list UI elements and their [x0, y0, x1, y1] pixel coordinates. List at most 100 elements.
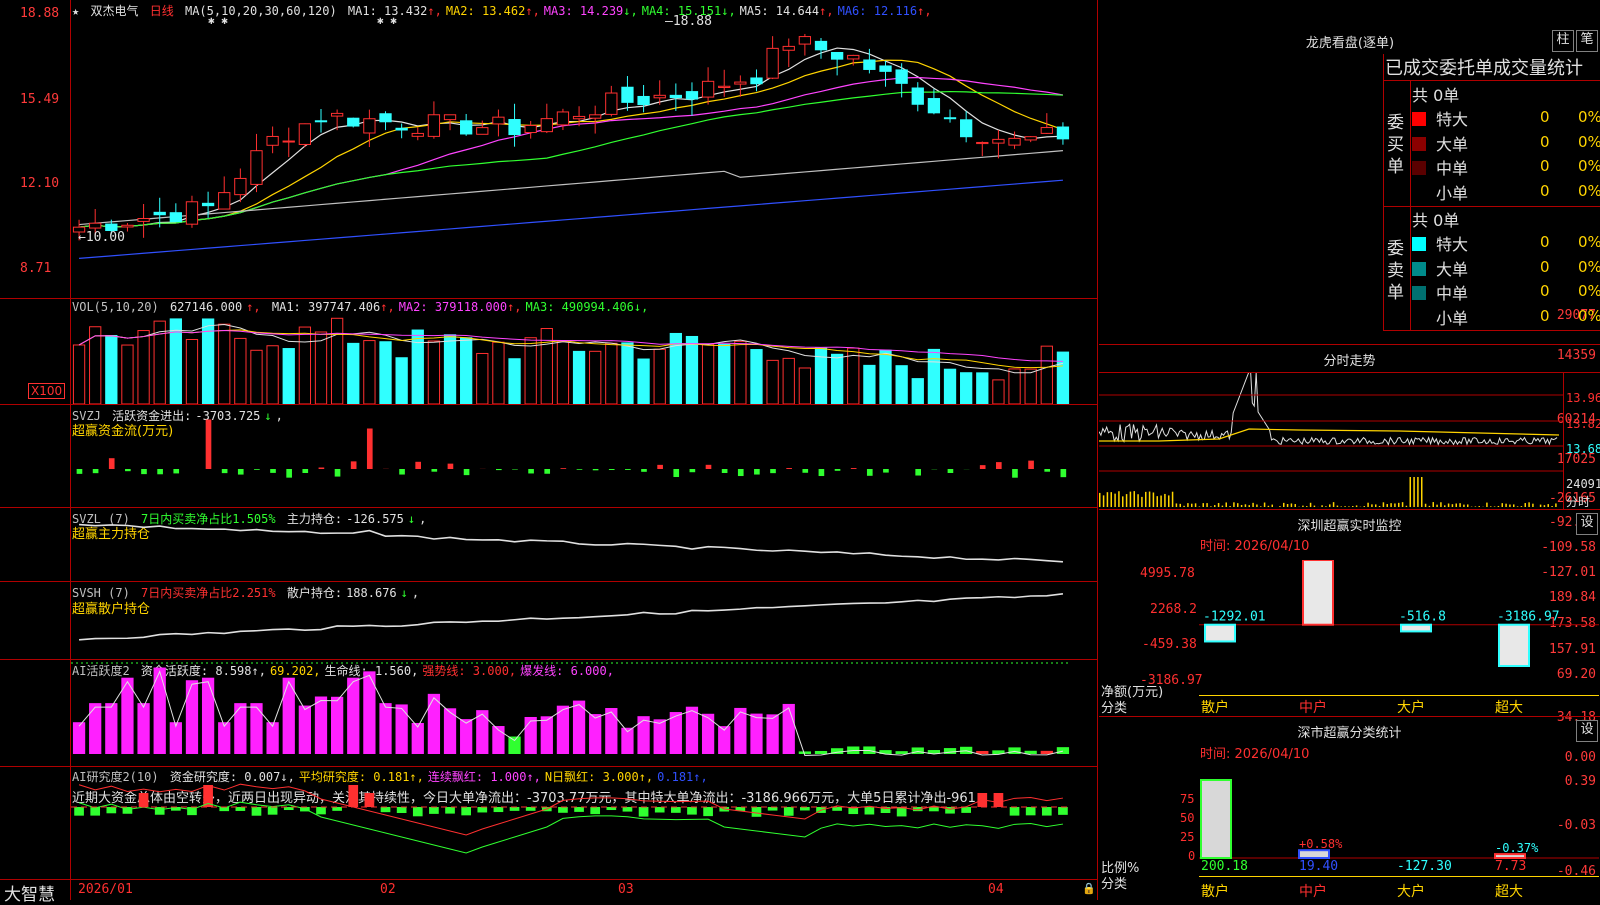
svzl-chart[interactable] [71, 508, 1097, 581]
intraday-vol-bar [1379, 506, 1381, 507]
volume-bar [315, 332, 326, 404]
ai-research-bar [268, 807, 278, 815]
ai-active-chart[interactable] [71, 660, 1097, 766]
legend-swatch [1412, 311, 1426, 325]
svzj-bar [786, 468, 792, 469]
order-stats-tab[interactable]: 已成交委托单成交量统计 [1385, 54, 1583, 80]
intraday-vol-bar [1433, 502, 1435, 507]
order-type-label: 大单 [1436, 256, 1468, 280]
svzj-bar [625, 469, 631, 470]
svsh-chart[interactable] [71, 582, 1097, 659]
price-chart[interactable] [71, 0, 1097, 298]
svzj-bar [819, 469, 825, 476]
intraday-vol-bar [1218, 503, 1220, 507]
intraday-vol-bar [1337, 506, 1339, 507]
classify-chart[interactable]: +0.58%-0.37% [1199, 770, 1600, 870]
dragon-tiger-title: 龙虎看盘(逐单) [1270, 32, 1430, 51]
bar-mode-button[interactable]: 柱 [1552, 30, 1574, 52]
candle-body [944, 118, 955, 119]
intraday-vol-bar [1164, 494, 1166, 507]
volume-bar [880, 350, 891, 404]
candle-body [767, 48, 778, 78]
classify-settings-button[interactable]: 设 [1576, 720, 1598, 742]
monitor-x-label: 分类 [1101, 697, 1127, 716]
ai-active-bar [428, 694, 440, 754]
intraday-vol-bar [1356, 505, 1358, 507]
intraday-vol-bar [1429, 506, 1431, 507]
svzj-bar [851, 468, 857, 469]
candle-body [912, 88, 923, 104]
classify-axis-label: 25 [1180, 830, 1194, 844]
ai-active-bar [541, 716, 553, 754]
ai-active-bar [1057, 747, 1069, 754]
svzj-bar [706, 465, 712, 469]
volume-bar [912, 379, 923, 404]
volume-bar [477, 353, 488, 404]
candle-body [654, 95, 665, 97]
svzj-bar [496, 469, 502, 470]
legend-swatch [1412, 262, 1426, 276]
intraday-vol-bar [1452, 504, 1454, 507]
intraday-vol-bar [1252, 503, 1254, 507]
intraday-vol-bar [1502, 503, 1504, 507]
ai-research-bar [687, 807, 697, 815]
monitor-chart[interactable]: -1292.014995.78-516.8-3186.97 [1199, 560, 1600, 686]
volume-chart[interactable] [71, 306, 1097, 404]
ai-active-bar [702, 714, 714, 754]
svzj-bar [722, 469, 728, 473]
intraday-vol-bar [1199, 506, 1201, 507]
svzj-bar [657, 465, 663, 469]
legend-swatch [1412, 286, 1426, 300]
volume-bar [525, 338, 536, 404]
volume-bar [412, 330, 423, 404]
monitor-time: 时间: 2026/04/10 [1200, 535, 1309, 554]
lock-icon[interactable]: 🔒 [1082, 882, 1096, 895]
ai-research-bar [526, 807, 536, 811]
svzj-bar [948, 469, 954, 473]
ai-research-bar [1026, 807, 1036, 815]
order-type-label: 中单 [1436, 155, 1468, 179]
classify-bottom-value: 19.40 [1299, 859, 1338, 874]
classify-pct-label: +0.58% [1299, 837, 1343, 851]
ai-research-bar [429, 807, 439, 814]
classify-category-label: 散户 [1201, 881, 1229, 901]
volume-bar [783, 358, 794, 404]
volume-bar [444, 335, 455, 404]
candle-body [299, 124, 310, 145]
svzj-bar [673, 469, 679, 477]
intraday-vol-bar [1249, 505, 1251, 507]
volume-bar [686, 336, 697, 404]
classify-category-label: 中户 [1299, 881, 1327, 901]
intraday-vol-bar [1310, 503, 1312, 507]
candle-body [461, 121, 472, 134]
classify-bottom-value: 7.73 [1495, 859, 1526, 874]
intraday-vol-bar [1371, 504, 1373, 507]
candle-body [235, 178, 246, 194]
svzj-bar [109, 458, 115, 469]
svzj-bar [173, 469, 179, 473]
svzl-line [79, 525, 1063, 562]
svzj-bar [335, 469, 341, 477]
candle-body [380, 114, 391, 122]
monitor-category-label: 超大 [1495, 697, 1523, 717]
volume-bar [541, 329, 552, 404]
monitor-settings-button[interactable]: 设 [1576, 513, 1598, 535]
svzj-bar [93, 469, 99, 473]
intraday-vol-bar [1329, 504, 1331, 507]
svzj-chart[interactable] [71, 405, 1097, 507]
volume-bar [557, 341, 568, 404]
intraday-vol-bar [1141, 497, 1143, 507]
candle-body [477, 128, 488, 135]
candle-body [444, 115, 455, 120]
ai-research-chart[interactable] [71, 767, 1097, 879]
candle-body [1057, 127, 1068, 139]
intraday-chart[interactable] [1099, 373, 1563, 509]
pen-mode-button[interactable]: 笔 [1576, 30, 1598, 52]
ai-research-bar [316, 807, 326, 814]
intraday-vol-bar [1490, 506, 1492, 507]
intraday-vol-bar [1137, 494, 1139, 507]
intraday-vol-bar [1099, 493, 1101, 507]
candle-body [880, 66, 891, 71]
legend-swatch [1412, 186, 1426, 200]
intraday-vol-label: 24091 [1566, 477, 1600, 491]
